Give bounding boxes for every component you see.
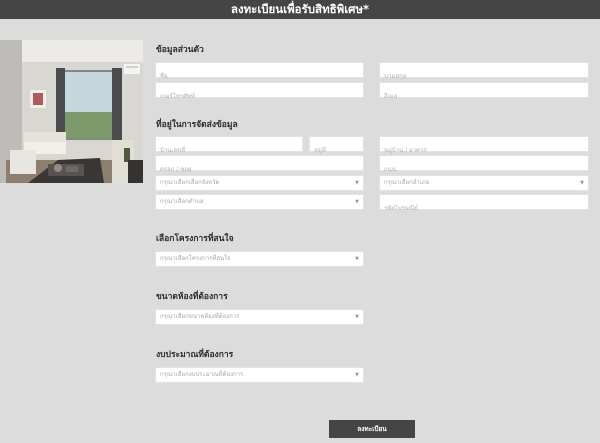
chevron-down-icon: ▼: [580, 180, 584, 186]
subdistrict-select-text: กรุณาเลือกตำบล: [160, 198, 204, 205]
project-select[interactable]: กรุณาเลือกโครงการที่สนใจ ▼: [155, 251, 364, 267]
condo-interior-photo: [0, 40, 143, 183]
province-select-text: กรุณาเลือกเลือกจังหวัด: [160, 179, 220, 186]
section-address: ที่อยู่ในการจัดส่งข้อมูล: [156, 120, 238, 130]
section-project: เลือกโครงการที่สนใจ: [156, 234, 234, 244]
chevron-down-icon: ▼: [355, 314, 359, 320]
moo-field[interactable]: [309, 136, 364, 158]
village-building-field[interactable]: [379, 136, 589, 158]
district-select[interactable]: กรุณาเลือกอำเภอ ▼: [379, 175, 589, 191]
room-size-select-text: กรุณาเลือกขนาดห้องที่ต้องการ: [160, 313, 240, 320]
page-title: ลงทะเบียนเพื่อรับสิทธิพิเศษ*: [230, 2, 370, 16]
chevron-down-icon: ▼: [355, 372, 359, 378]
budget-select[interactable]: กรุณาเลือกงบประมาณที่ต้องการ ▼: [155, 367, 364, 383]
budget-select-text: กรุณาเลือกงบประมาณที่ต้องการ: [160, 371, 244, 378]
email-field[interactable]: [379, 82, 589, 104]
house-number-field[interactable]: [155, 136, 303, 158]
road-field[interactable]: [379, 155, 589, 177]
chevron-down-icon: ▼: [355, 199, 359, 205]
subdistrict-select[interactable]: กรุณาเลือกตำบล ▼: [155, 194, 364, 210]
header-bar: ลงทะเบียนเพื่อรับสิทธิพิเศษ*: [0, 0, 600, 19]
chevron-down-icon: ▼: [355, 180, 359, 186]
section-personal-info: ข้อมูลส่วนตัว: [156, 45, 204, 55]
register-button[interactable]: ลงทะเบียน: [329, 420, 415, 438]
last-name-field[interactable]: [379, 62, 589, 84]
phone-input[interactable]: [156, 89, 363, 104]
condo-interior-illustration: [0, 40, 143, 183]
chevron-down-icon: ▼: [355, 256, 359, 262]
district-select-text: กรุณาเลือกอำเภอ: [384, 179, 430, 186]
email-input[interactable]: [380, 89, 588, 104]
postcode-input[interactable]: [380, 201, 588, 216]
phone-field[interactable]: [155, 82, 364, 104]
room-size-select[interactable]: กรุณาเลือกขนาดห้องที่ต้องการ ▼: [155, 309, 364, 325]
first-name-field[interactable]: [155, 62, 364, 84]
postcode-field[interactable]: [379, 194, 589, 216]
section-room-size: ขนาดห้องที่ต้องการ: [156, 292, 228, 302]
project-select-text: กรุณาเลือกโครงการที่สนใจ: [160, 255, 231, 262]
province-select[interactable]: กรุณาเลือกเลือกจังหวัด ▼: [155, 175, 364, 191]
section-budget: งบประมาณที่ต้องการ: [156, 350, 234, 360]
soi-field[interactable]: [155, 155, 364, 177]
